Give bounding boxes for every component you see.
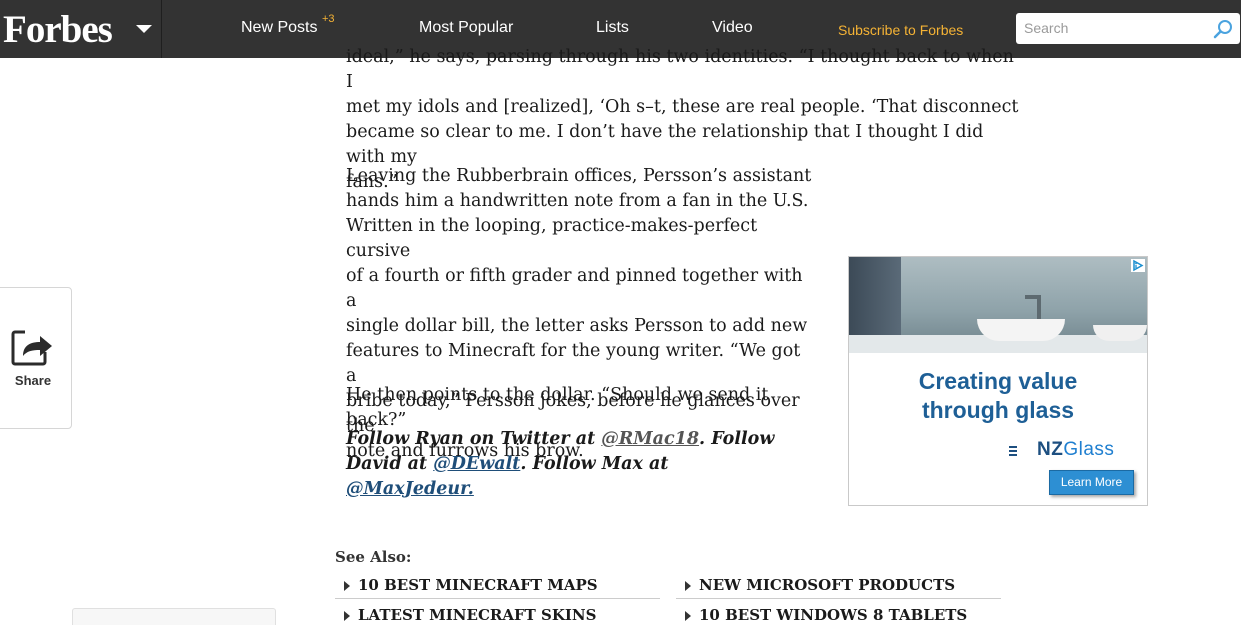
sidebar-module: [72, 608, 276, 625]
brand-bold: NZ: [1037, 439, 1064, 460]
see-also-link[interactable]: 10 Best Minecraft Maps: [335, 576, 660, 606]
ad-bathroom-image: [849, 257, 1147, 353]
nav-lists[interactable]: Lists: [596, 19, 629, 37]
caret-right-icon: [344, 611, 350, 621]
see-also-label[interactable]: 10 Best Windows 8 Tablets: [699, 606, 967, 624]
advertisement[interactable]: Creating value through glass NZGlass Lea…: [848, 256, 1148, 506]
text-line: became so clear to me. I don’t have the …: [346, 122, 984, 167]
ad-headline-line: through glass: [921, 397, 1075, 423]
follow-credits: Follow Ryan on Twitter at @RMac18. Follo…: [346, 427, 816, 502]
text-fragment: David at: [346, 454, 434, 474]
text-fragment: . Follow Max at: [520, 454, 669, 474]
article-paragraph: He then points to the dollar. “Should we…: [346, 385, 769, 430]
see-also-link[interactable]: New Microsoft Products: [676, 576, 1001, 606]
chevron-down-icon[interactable]: [136, 25, 152, 33]
caret-right-icon: [344, 581, 350, 591]
ad-image-tap: [1037, 295, 1041, 321]
share-icon[interactable]: [11, 328, 55, 368]
see-also-label[interactable]: Latest Minecraft Skins: [358, 606, 596, 624]
logo-menu[interactable]: Forbes: [0, 0, 162, 58]
nav-most-popular[interactable]: Most Popular: [419, 19, 513, 37]
text-fragment: Follow Ryan on Twitter at: [346, 429, 602, 449]
nzglass-logo: NZGlass: [1009, 439, 1114, 461]
nzglass-mark-icon: [1009, 446, 1017, 456]
ad-headline: Creating value through glass: [849, 367, 1147, 425]
text-line: Leaving the Rubberbrain offices, Persson…: [346, 166, 812, 186]
nav-video[interactable]: Video: [712, 19, 753, 37]
search-icon[interactable]: [1212, 18, 1234, 40]
twitter-link-rmac18[interactable]: @RMac18: [601, 429, 699, 449]
text-line: Written in the looping, practice-makes-p…: [346, 216, 758, 261]
nav-subscribe[interactable]: Subscribe to Forbes: [838, 22, 963, 38]
twitter-link-dewalt[interactable]: @DEwalt: [433, 454, 520, 474]
ad-image-basin: [1093, 325, 1147, 341]
caret-right-icon: [685, 581, 691, 591]
text-fragment: . Follow: [699, 429, 775, 449]
see-also-heading: See Also:: [335, 548, 412, 566]
see-also-link[interactable]: 10 Best Windows 8 Tablets: [676, 606, 1001, 625]
share-label: Share: [14, 373, 52, 388]
divider: [676, 598, 1001, 599]
adchoices-icon[interactable]: [1131, 259, 1145, 272]
see-also-label[interactable]: New Microsoft Products: [699, 576, 955, 594]
caret-right-icon: [685, 611, 691, 621]
brand-light: Glass: [1063, 439, 1115, 460]
share-widget[interactable]: Share: [0, 287, 72, 429]
text-line: hands him a handwritten note from a fan …: [346, 191, 809, 211]
text-line: met my idols and [realized], ‘Oh s–t, th…: [346, 97, 1019, 117]
text-line: features to Minecraft for the young writ…: [346, 341, 801, 386]
text-line: single dollar bill, the letter asks Pers…: [346, 316, 808, 336]
ad-headline-line: Creating value: [918, 368, 1078, 394]
see-also-label[interactable]: 10 Best Minecraft Maps: [358, 576, 598, 594]
learn-more-button[interactable]: Learn More: [1049, 470, 1134, 495]
nav-new-posts[interactable]: New Posts: [241, 19, 317, 37]
nzglass-wordmark: NZGlass: [1037, 439, 1114, 461]
ad-image-basin: [977, 319, 1065, 341]
divider: [335, 598, 660, 599]
new-posts-count-badge: +3: [322, 13, 335, 25]
forbes-logo[interactable]: Forbes: [3, 10, 113, 49]
see-also-link[interactable]: Latest Minecraft Skins: [335, 606, 660, 625]
twitter-link-maxjedeur[interactable]: @MaxJedeur.: [346, 479, 474, 499]
search-box: [1016, 13, 1240, 44]
text-line: of a fourth or fifth grader and pinned t…: [346, 266, 803, 311]
text-line: ideal,” he says, parsing through his two…: [346, 47, 1014, 92]
search-input[interactable]: [1024, 18, 1204, 38]
